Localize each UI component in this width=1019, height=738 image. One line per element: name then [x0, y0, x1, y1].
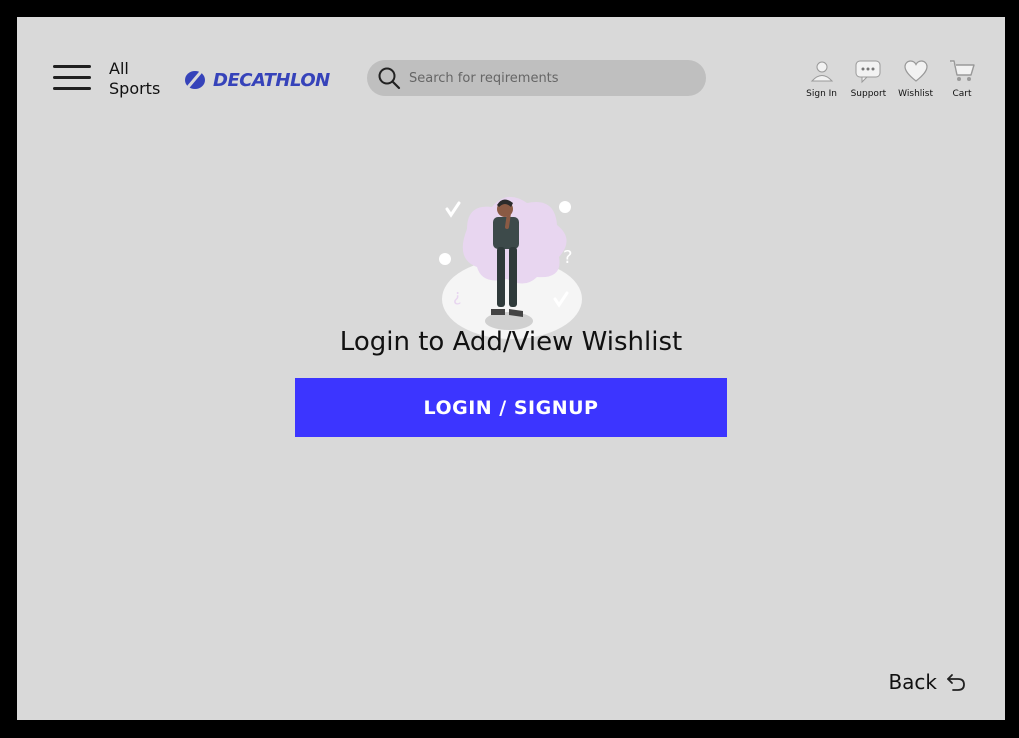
header-actions: Sign In Support Wishlist Cart	[805, 57, 979, 99]
cart-icon	[950, 60, 975, 81]
all-sports-label-line1: All	[109, 59, 129, 78]
menu-line	[53, 65, 91, 68]
sign-in-label: Sign In	[806, 89, 838, 99]
decathlon-logo[interactable]: DECATHLON	[183, 69, 330, 91]
svg-text:¿: ¿	[453, 286, 462, 305]
wishlist-screen: All Sports DECATHLON Sign In	[17, 17, 1005, 720]
all-sports-link[interactable]: All Sports	[109, 59, 179, 99]
menu-line	[53, 87, 91, 90]
logo-text: DECATHLON	[213, 69, 330, 91]
heart-icon	[903, 60, 928, 82]
login-signup-button[interactable]: LOGIN / SIGNUP	[295, 378, 727, 437]
thinking-person-illustration: ? ¿	[439, 196, 582, 339]
sign-in-button[interactable]: Sign In	[805, 57, 839, 99]
decathlon-logo-icon	[185, 71, 205, 89]
support-button[interactable]: Support	[850, 57, 887, 99]
back-button[interactable]: Back	[888, 670, 967, 694]
hamburger-menu-button[interactable]	[53, 65, 91, 91]
search-icon[interactable]	[377, 66, 401, 90]
undo-arrow-icon	[947, 674, 965, 691]
wishlist-label: Wishlist	[898, 89, 933, 99]
wishlist-button[interactable]: Wishlist	[898, 57, 933, 99]
chat-icon	[855, 60, 881, 84]
all-sports-label-line2: Sports	[109, 79, 161, 98]
search-input[interactable]	[407, 69, 691, 87]
svg-text:?: ?	[563, 247, 573, 268]
user-icon	[810, 61, 833, 82]
back-label: Back	[888, 670, 937, 694]
search-bar[interactable]	[367, 60, 706, 96]
cart-button[interactable]: Cart	[945, 57, 979, 99]
login-prompt-heading: Login to Add/View Wishlist	[339, 327, 683, 357]
support-label: Support	[850, 89, 887, 99]
cart-label: Cart	[952, 89, 972, 99]
menu-line	[53, 76, 91, 79]
